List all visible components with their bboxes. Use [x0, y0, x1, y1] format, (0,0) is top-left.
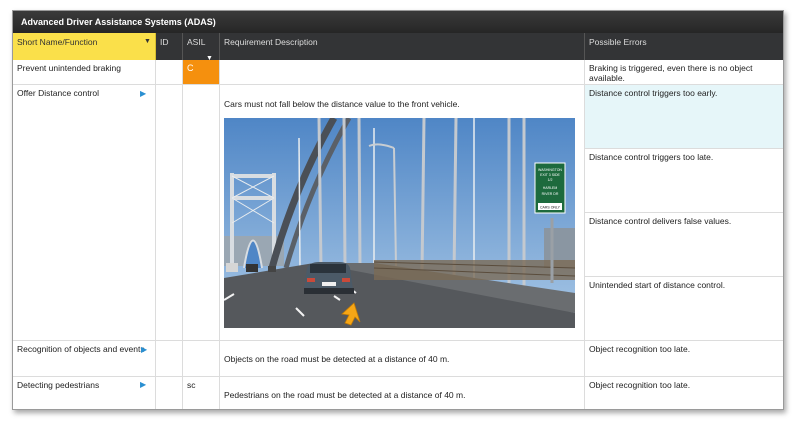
cell-error[interactable]: Object recognition too late.	[585, 341, 783, 377]
error-text: Object recognition too late.	[589, 380, 691, 390]
filter-icon[interactable]: ▼	[144, 38, 151, 45]
error-text: Distance control delivers false values.	[589, 216, 732, 226]
expand-arrow-icon[interactable]: ▶	[140, 89, 146, 98]
sign-line: WASHINGTON	[538, 168, 562, 172]
cell-error[interactable]: Distance control triggers too late.	[585, 149, 783, 213]
column-header-label: Requirement Description	[224, 37, 318, 47]
column-header-label: Short Name/Function	[17, 37, 98, 47]
cell-short-name[interactable]: Detecting pedestrians	[13, 377, 156, 409]
row-label: Detecting pedestrians	[17, 380, 100, 390]
sign-line: RIVER DR	[542, 192, 559, 196]
cell-short-name[interactable]: Recognition of objects and events	[13, 341, 156, 377]
sign-line: CARS ONLY	[540, 206, 561, 210]
adas-window: Advanced Driver Assistance Systems (ADAS…	[12, 10, 784, 410]
sign-line: HARLEM	[543, 186, 558, 190]
window-title: Advanced Driver Assistance Systems (ADAS…	[13, 11, 783, 33]
requirement-text: Pedestrians on the road must be detected…	[224, 390, 466, 400]
cell-error[interactable]: Unintended start of distance control.	[585, 277, 783, 341]
error-text: Object recognition too late.	[589, 344, 691, 354]
cell-requirement[interactable]: Pedestrians on the road must be detected…	[220, 377, 585, 409]
cell-short-name[interactable]: Prevent unintended braking	[13, 60, 156, 85]
sign-line: 1/2	[548, 178, 553, 182]
cell-asil[interactable]	[183, 85, 220, 341]
asil-value: sc	[187, 380, 196, 390]
cell-asil[interactable]	[183, 341, 220, 377]
cell-error[interactable]: Braking is triggered, even there is no o…	[585, 60, 783, 85]
cell-short-name[interactable]: Offer Distance control	[13, 85, 156, 341]
cell-id[interactable]	[156, 341, 183, 377]
row-label: Recognition of objects and events	[17, 344, 145, 354]
cell-requirement[interactable]: Objects on the road must be detected at …	[220, 341, 585, 377]
cell-id[interactable]	[156, 60, 183, 85]
requirement-text: Objects on the road must be detected at …	[224, 354, 450, 364]
expand-arrow-icon[interactable]: ▶	[141, 345, 147, 354]
column-header-label: ID	[160, 37, 169, 47]
sign-line: EXIT 3 SIDE	[540, 173, 560, 177]
cell-id[interactable]	[156, 377, 183, 409]
error-text: Braking is triggered, even there is no o…	[589, 63, 753, 83]
column-header-label: Possible Errors	[589, 37, 647, 47]
cell-asil[interactable]: sc	[183, 377, 220, 409]
cell-error[interactable]: Distance control delivers false values.	[585, 213, 783, 277]
bridge-photo: WASHINGTON EXIT 3 SIDE 1/2 HARLEM RIVER …	[224, 118, 575, 328]
error-text: Distance control triggers too early.	[589, 88, 718, 98]
cell-requirement[interactable]	[220, 60, 585, 85]
cell-error[interactable]: Distance control triggers too early.	[585, 85, 783, 149]
error-text: Unintended start of distance control.	[589, 280, 726, 290]
cell-error[interactable]: Object recognition too late.	[585, 377, 783, 409]
asil-badge: C	[183, 60, 219, 84]
row-label: Offer Distance control	[17, 88, 100, 98]
expand-arrow-icon[interactable]: ▶	[140, 380, 146, 389]
column-header-label: ASIL	[187, 37, 206, 47]
cell-id[interactable]	[156, 85, 183, 341]
row-label: Prevent unintended braking	[17, 63, 121, 73]
error-text: Distance control triggers too late.	[589, 152, 714, 162]
requirement-text: Cars must not fall below the distance va…	[224, 99, 460, 109]
